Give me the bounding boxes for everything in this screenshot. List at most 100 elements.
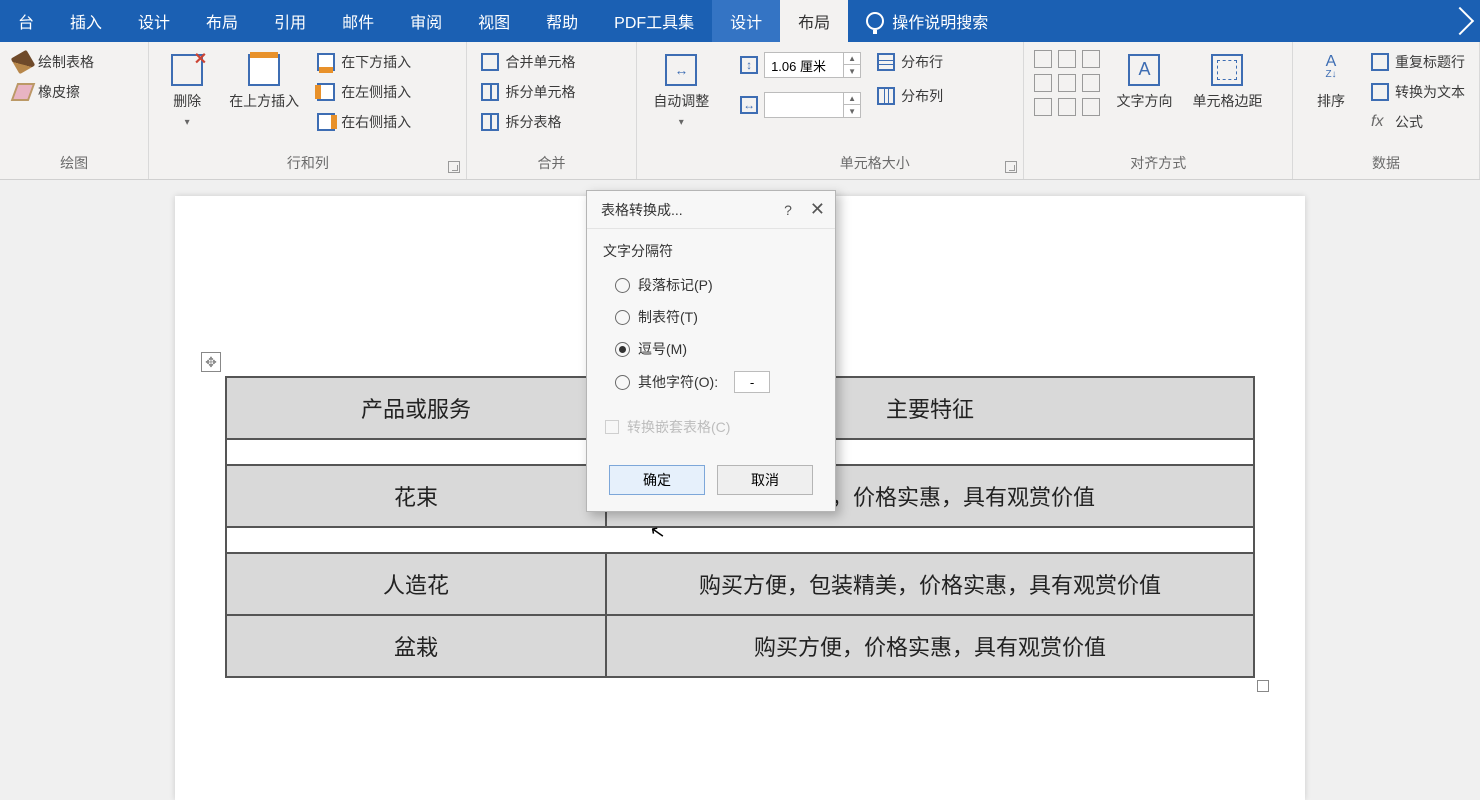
- text-direction-button[interactable]: A 文字方向: [1110, 50, 1178, 114]
- group-label-data: 数据: [1293, 149, 1479, 179]
- table-header-cell[interactable]: 产品或服务: [226, 377, 606, 439]
- radio-label: 逗号(M): [638, 339, 687, 359]
- tab-pdf-tools[interactable]: PDF工具集: [596, 0, 712, 42]
- insert-left-label: 在左侧插入: [341, 82, 411, 102]
- row-height-icon: [740, 56, 758, 74]
- row-height-control[interactable]: ▲▼: [736, 50, 865, 80]
- tab-table-layout[interactable]: 布局: [780, 0, 848, 42]
- dialog-launcher-icon[interactable]: [1005, 161, 1017, 173]
- delete-button[interactable]: 删除 ▾: [159, 50, 215, 133]
- tab-review[interactable]: 审阅: [392, 0, 460, 42]
- split-table-button[interactable]: 拆分表格: [477, 110, 579, 134]
- table-spacer-row[interactable]: [226, 527, 1254, 553]
- insert-below-label: 在下方插入: [341, 52, 411, 72]
- align-tc-button[interactable]: [1058, 50, 1076, 68]
- ok-button[interactable]: 确定: [609, 465, 705, 495]
- convert-table-dialog: 表格转换成... ? ✕ 文字分隔符 段落标记(P) 制表符(T) 逗号(M) …: [586, 190, 836, 512]
- convert-to-text-button[interactable]: 转换为文本: [1367, 80, 1469, 104]
- radio-icon: [615, 375, 630, 390]
- formula-button[interactable]: fx 公式: [1367, 110, 1469, 134]
- radio-other[interactable]: 其他字符(O):: [603, 365, 819, 399]
- eraser-icon: [11, 83, 36, 101]
- distribute-cols-button[interactable]: 分布列: [873, 84, 947, 108]
- insert-left-button[interactable]: 在左侧插入: [313, 80, 415, 104]
- row-height-spinner[interactable]: ▲▼: [764, 52, 861, 78]
- repeat-header-icon: [1371, 53, 1389, 71]
- align-bl-button[interactable]: [1034, 98, 1052, 116]
- autofit-button[interactable]: 自动调整 ▾: [647, 50, 715, 133]
- tab-insert[interactable]: 插入: [52, 0, 120, 42]
- col-width-input[interactable]: [765, 98, 843, 113]
- dialog-close-button[interactable]: ✕: [810, 199, 825, 220]
- other-char-input[interactable]: [734, 371, 770, 393]
- spin-down[interactable]: ▼: [844, 65, 860, 77]
- sort-button[interactable]: AZ↓ 排序: [1303, 50, 1359, 114]
- align-mc-button[interactable]: [1058, 74, 1076, 92]
- radio-icon: [615, 310, 630, 325]
- merge-cells-button[interactable]: 合并单元格: [477, 50, 579, 74]
- tab-layout[interactable]: 布局: [188, 0, 256, 42]
- share-icon[interactable]: [1446, 7, 1474, 35]
- split-cells-icon: [481, 83, 499, 101]
- cell-margins-icon: [1211, 54, 1243, 86]
- table-cell[interactable]: 人造花: [226, 553, 606, 615]
- insert-below-button[interactable]: 在下方插入: [313, 50, 415, 74]
- draw-table-label: 绘制表格: [38, 52, 94, 72]
- delete-label: 删除: [173, 92, 201, 110]
- tab-references[interactable]: 引用: [256, 0, 324, 42]
- align-br-button[interactable]: [1082, 98, 1100, 116]
- distribute-rows-button[interactable]: 分布行: [873, 50, 947, 74]
- spin-up[interactable]: ▲: [844, 93, 860, 105]
- split-table-icon: [481, 113, 499, 131]
- insert-above-icon: [248, 54, 280, 86]
- col-width-spinner[interactable]: ▲▼: [764, 92, 861, 118]
- tab-design[interactable]: 设计: [120, 0, 188, 42]
- spin-up[interactable]: ▲: [844, 53, 860, 65]
- row-height-input[interactable]: [765, 58, 843, 73]
- align-tr-button[interactable]: [1082, 50, 1100, 68]
- dialog-section-label: 文字分隔符: [603, 241, 819, 261]
- spin-down[interactable]: ▼: [844, 105, 860, 117]
- align-ml-button[interactable]: [1034, 74, 1052, 92]
- tab-mailings[interactable]: 邮件: [324, 0, 392, 42]
- tell-me-search[interactable]: 操作说明搜索: [848, 9, 1006, 33]
- radio-icon: [615, 342, 630, 357]
- align-bc-button[interactable]: [1058, 98, 1076, 116]
- convert-to-text-icon: [1371, 83, 1389, 101]
- table-cell[interactable]: 盆栽: [226, 615, 606, 677]
- text-direction-icon: A: [1128, 54, 1160, 86]
- table-resize-handle[interactable]: [1257, 680, 1269, 692]
- radio-tab[interactable]: 制表符(T): [603, 301, 819, 333]
- eraser-button[interactable]: 橡皮擦: [10, 80, 98, 104]
- dialog-launcher-icon[interactable]: [448, 161, 460, 173]
- split-cells-button[interactable]: 拆分单元格: [477, 80, 579, 104]
- repeat-header-button[interactable]: 重复标题行: [1367, 50, 1469, 74]
- radio-label: 段落标记(P): [638, 275, 713, 295]
- insert-above-label: 在上方插入: [229, 92, 299, 110]
- checkbox-nested-tables: 转换嵌套表格(C): [603, 399, 819, 447]
- table-cell[interactable]: 购买方便，包装精美，价格实惠，具有观赏价值: [606, 553, 1254, 615]
- cell-margins-label: 单元格边距: [1192, 92, 1262, 110]
- tab-help[interactable]: 帮助: [528, 0, 596, 42]
- insert-right-button[interactable]: 在右侧插入: [313, 110, 415, 134]
- merge-cells-icon: [481, 53, 499, 71]
- dialog-titlebar[interactable]: 表格转换成... ? ✕: [587, 191, 835, 229]
- draw-table-button[interactable]: 绘制表格: [10, 50, 98, 74]
- dialog-help-button[interactable]: ?: [784, 202, 792, 218]
- tab-view[interactable]: 视图: [460, 0, 528, 42]
- insert-above-button[interactable]: 在上方插入: [223, 50, 305, 114]
- table-move-handle[interactable]: ✥: [201, 352, 221, 372]
- tab-table-design[interactable]: 设计: [712, 0, 780, 42]
- align-mr-button[interactable]: [1082, 74, 1100, 92]
- align-tl-button[interactable]: [1034, 50, 1052, 68]
- group-label-align: 对齐方式: [1024, 149, 1292, 179]
- tab-partial[interactable]: 台: [0, 0, 52, 42]
- col-width-control[interactable]: ▲▼: [736, 90, 865, 120]
- distribute-rows-label: 分布行: [901, 52, 943, 72]
- cancel-button[interactable]: 取消: [717, 465, 813, 495]
- table-cell[interactable]: 花束: [226, 465, 606, 527]
- cell-margins-button[interactable]: 单元格边距: [1186, 50, 1268, 114]
- radio-comma[interactable]: 逗号(M): [603, 333, 819, 365]
- table-cell[interactable]: 购买方便，价格实惠，具有观赏价值: [606, 615, 1254, 677]
- radio-paragraph[interactable]: 段落标记(P): [603, 269, 819, 301]
